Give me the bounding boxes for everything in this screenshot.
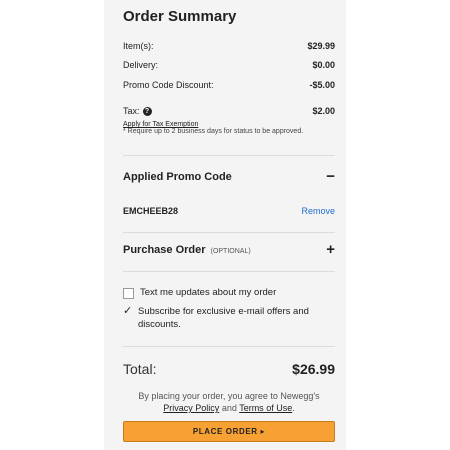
items-label: Item(s): (123, 41, 154, 51)
total-row: Total: $26.99 (123, 361, 335, 377)
delivery-label: Delivery: (123, 60, 159, 70)
discount-label: Promo Code Discount: (123, 80, 214, 90)
subscribe-option[interactable]: ✓ Subscribe for exclusive e-mail offers … (123, 305, 335, 331)
tax-label-group: Tax: ? (123, 105, 152, 117)
terms-of-use-link[interactable]: Terms of Use (239, 403, 292, 413)
agreement-suffix: . (292, 403, 295, 413)
delivery-row: Delivery: $0.00 (123, 59, 335, 71)
purchase-order-header[interactable]: Purchase Order (OPTIONAL) + (123, 242, 335, 257)
order-summary-panel: Order Summary Item(s): $29.99 Delivery: … (104, 0, 346, 450)
checkmark-icon[interactable]: ✓ (123, 305, 134, 318)
divider (123, 155, 335, 156)
tax-label: Tax: (123, 106, 140, 116)
privacy-policy-link[interactable]: Privacy Policy (163, 403, 219, 413)
purchase-order-heading: Purchase Order (123, 244, 206, 256)
plus-icon[interactable]: + (326, 242, 335, 257)
divider (123, 346, 335, 347)
minus-icon[interactable]: − (326, 169, 335, 184)
promo-code-row: EMCHEEB28 Remove (123, 206, 335, 216)
question-circle-icon[interactable]: ? (142, 106, 152, 116)
items-row: Item(s): $29.99 (123, 40, 335, 52)
purchase-order-heading-group: Purchase Order (OPTIONAL) (123, 244, 251, 256)
text-updates-option[interactable]: Text me updates about my order (123, 286, 335, 299)
promo-code-value: EMCHEEB28 (123, 206, 179, 216)
applied-promo-header[interactable]: Applied Promo Code − (123, 169, 335, 184)
order-summary-title: Order Summary (123, 8, 237, 25)
tax-row: Tax: ? $2.00 (123, 105, 335, 117)
tax-value: $2.00 (312, 106, 335, 116)
agreement-text: By placing your order, you agree to Newe… (123, 390, 335, 414)
agreement-and: and (221, 403, 237, 413)
applied-promo-heading: Applied Promo Code (123, 171, 232, 183)
discount-value: -$5.00 (309, 80, 335, 90)
agreement-prefix: By placing your order, you agree to Newe… (138, 391, 320, 401)
delivery-value: $0.00 (312, 60, 335, 70)
text-updates-checkbox[interactable] (123, 288, 134, 299)
tax-exemption-link[interactable]: Apply for Tax Exemption (123, 121, 335, 128)
remove-promo-link[interactable]: Remove (301, 206, 335, 216)
place-order-button[interactable]: PLACE ORDER ▸ (123, 421, 335, 442)
total-label: Total: (123, 361, 157, 377)
place-order-label: PLACE ORDER ▸ (192, 427, 266, 436)
text-updates-label: Text me updates about my order (140, 287, 277, 298)
items-value: $29.99 (307, 41, 335, 51)
divider (123, 232, 335, 233)
total-value: $26.99 (292, 361, 335, 377)
subscribe-label: Subscribe for exclusive e-mail offers an… (138, 306, 309, 330)
tax-exemption-note: * Require up to 2 business days for stat… (123, 128, 304, 135)
optional-label: (OPTIONAL) (210, 248, 251, 255)
discount-row: Promo Code Discount: -$5.00 (123, 79, 335, 91)
tax-exemption: Apply for Tax Exemption * Require up to … (123, 121, 335, 135)
divider (123, 271, 335, 272)
